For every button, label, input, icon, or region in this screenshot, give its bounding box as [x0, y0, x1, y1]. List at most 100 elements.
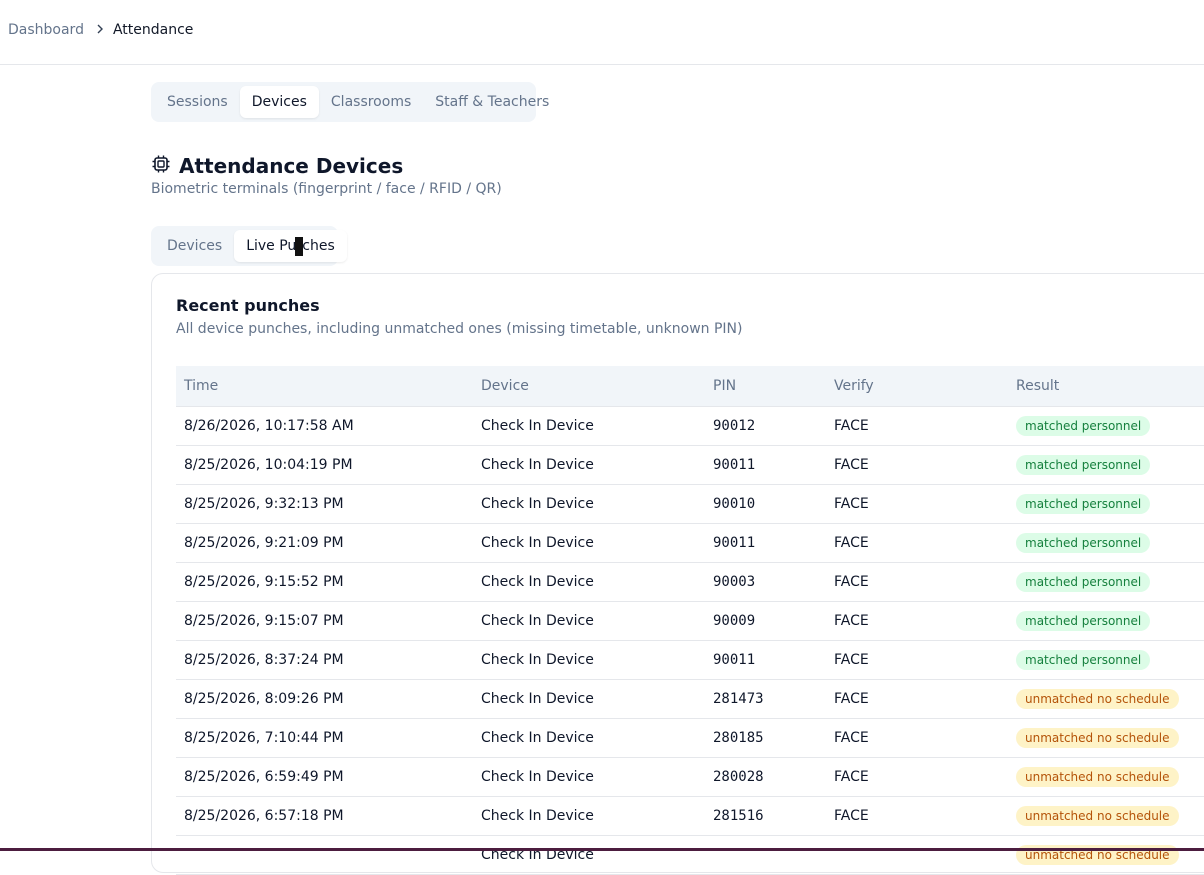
cell-pin: 280185 [705, 718, 826, 758]
cell-verify: FACE [826, 640, 1008, 680]
cell-time: 8/25/2026, 9:15:07 PM [176, 601, 473, 641]
table-row[interactable]: 8/25/2026, 9:15:07 PM Check In Device 9000… [176, 601, 1204, 641]
cell-result: matched personnel [1008, 562, 1204, 602]
result-badge: matched personnel [1016, 572, 1151, 592]
table-row[interactable]: 8/25/2026, 6:59:49 PM Check In Device 2800… [176, 757, 1204, 797]
cell-result: matched personnel [1008, 640, 1204, 680]
breadcrumb-current: Attendance [112, 22, 194, 38]
table-row[interactable]: 8/25/2026, 8:09:26 PM Check In Device 2814… [176, 679, 1204, 719]
breadcrumb: Dashboard Attendance [8, 22, 193, 38]
chevron-right-icon [96, 22, 104, 38]
table-row[interactable]: 8/25/2026, 8:37:24 PM Check In Device 9001… [176, 640, 1204, 680]
result-badge: unmatched no schedule [1016, 767, 1179, 787]
cell-time: 8/25/2026, 10:04:19 PM [176, 445, 473, 485]
tab-devices[interactable]: Devices [239, 86, 319, 118]
column-header-pin[interactable]: PIN [705, 366, 826, 407]
tab-live-punches-label-start: Live Pu [246, 238, 297, 254]
cell-device: Check In Device [473, 445, 705, 485]
tab-live-punches[interactable]: Live Pu ches [234, 230, 347, 262]
table-row[interactable]: 8/25/2026, 10:04:19 PM Check In Device 900… [176, 445, 1204, 485]
cell-result: matched personnel [1008, 484, 1204, 524]
table-row[interactable]: 8/26/2026, 10:17:58 AM Check In Device 900… [176, 406, 1204, 446]
result-badge: unmatched no schedule [1016, 728, 1179, 748]
cell-result: matched personnel [1008, 523, 1204, 563]
cell-verify: FACE [826, 679, 1008, 719]
result-badge: matched personnel [1016, 650, 1151, 670]
table-row[interactable]: 8/25/2026, 9:32:13 PM Check In Device 9001… [176, 484, 1204, 524]
cell-result: matched personnel [1008, 601, 1204, 641]
cell-time: 8/25/2026, 9:32:13 PM [176, 484, 473, 524]
cell-result: matched personnel [1008, 406, 1204, 446]
cell-device: Check In Device [473, 484, 705, 524]
cell-device: Check In Device [473, 523, 705, 563]
cell-verify: FACE [826, 562, 1008, 602]
result-badge: unmatched no schedule [1016, 689, 1179, 709]
result-badge: matched personnel [1016, 533, 1151, 553]
table-row[interactable]: Check In Device unmatched no schedule [176, 835, 1204, 875]
top-bar: Dashboard Attendance [0, 0, 1204, 65]
result-badge: matched personnel [1016, 494, 1151, 514]
result-badge: matched personnel [1016, 455, 1151, 475]
column-header-time[interactable]: Time [176, 366, 473, 407]
card-description: All device punches, including unmatched … [176, 321, 743, 337]
device-sub-tabs: Devices Live Pu ches [151, 226, 347, 266]
cell-verify: FACE [826, 523, 1008, 563]
cell-pin: 90011 [705, 640, 826, 680]
cell-verify: FACE [826, 718, 1008, 758]
result-badge: matched personnel [1016, 416, 1151, 436]
cell-pin: 90009 [705, 601, 826, 641]
cell-verify [826, 835, 1008, 875]
cell-time: 8/25/2026, 9:21:09 PM [176, 523, 473, 563]
cell-verify: FACE [826, 484, 1008, 524]
column-header-result[interactable]: Result [1008, 366, 1204, 407]
cell-result: unmatched no schedule [1008, 757, 1204, 797]
cell-result: unmatched no schedule [1008, 835, 1204, 875]
breadcrumb-dashboard-link[interactable]: Dashboard [8, 22, 84, 38]
cell-pin [705, 835, 826, 875]
cell-device: Check In Device [473, 406, 705, 446]
cell-time: 8/25/2026, 9:15:52 PM [176, 562, 473, 602]
cell-time: 8/25/2026, 7:10:44 PM [176, 718, 473, 758]
page-title: Attendance Devices [151, 154, 403, 178]
card-title: Recent punches [176, 296, 320, 315]
cell-device: Check In Device [473, 640, 705, 680]
page-heading: Attendance Devices [179, 154, 404, 178]
cell-pin: 90011 [705, 445, 826, 485]
tab-devices-list[interactable]: Devices [155, 230, 234, 262]
punches-table: Time Device PIN Verify Result 8/26/2026,… [176, 366, 1204, 875]
cell-time: 8/26/2026, 10:17:58 AM [176, 406, 473, 446]
cell-pin: 90011 [705, 523, 826, 563]
tab-live-punches-label-end: ches [302, 238, 335, 254]
cell-device: Check In Device [473, 562, 705, 602]
recent-punches-card: Recent punches All device punches, inclu… [151, 273, 1204, 875]
cell-result: unmatched no schedule [1008, 796, 1204, 836]
tab-classrooms[interactable]: Classrooms [319, 86, 423, 118]
tab-sessions[interactable]: Sessions [155, 86, 240, 118]
cell-result: matched personnel [1008, 445, 1204, 485]
column-header-device[interactable]: Device [473, 366, 705, 407]
cpu-chip-icon [151, 154, 171, 178]
cell-device: Check In Device [473, 796, 705, 836]
column-header-verify[interactable]: Verify [826, 366, 1008, 407]
cell-time: 8/25/2026, 6:59:49 PM [176, 757, 473, 797]
page-subtitle: Biometric terminals (fingerprint / face … [151, 181, 502, 197]
cell-pin: 90010 [705, 484, 826, 524]
cell-pin: 90012 [705, 406, 826, 446]
result-badge: matched personnel [1016, 611, 1151, 631]
tab-staff-teachers[interactable]: Staff & Teachers [423, 86, 561, 118]
table-row[interactable]: 8/25/2026, 7:10:44 PM Check In Device 2801… [176, 718, 1204, 758]
table-row[interactable]: 8/25/2026, 6:57:18 PM Check In Device 2815… [176, 796, 1204, 836]
cell-time: 8/25/2026, 8:09:26 PM [176, 679, 473, 719]
cell-pin: 280028 [705, 757, 826, 797]
cell-verify: FACE [826, 445, 1008, 485]
table-row[interactable]: 8/25/2026, 9:21:09 PM Check In Device 9001… [176, 523, 1204, 563]
cell-verify: FACE [826, 601, 1008, 641]
cell-result: unmatched no schedule [1008, 718, 1204, 758]
cell-device: Check In Device [473, 679, 705, 719]
cell-device: Check In Device [473, 835, 705, 875]
table-row[interactable]: 8/25/2026, 9:15:52 PM Check In Device 9000… [176, 562, 1204, 602]
cell-pin: 281516 [705, 796, 826, 836]
cell-pin: 281473 [705, 679, 826, 719]
cell-result: unmatched no schedule [1008, 679, 1204, 719]
cell-time: 8/25/2026, 8:37:24 PM [176, 640, 473, 680]
